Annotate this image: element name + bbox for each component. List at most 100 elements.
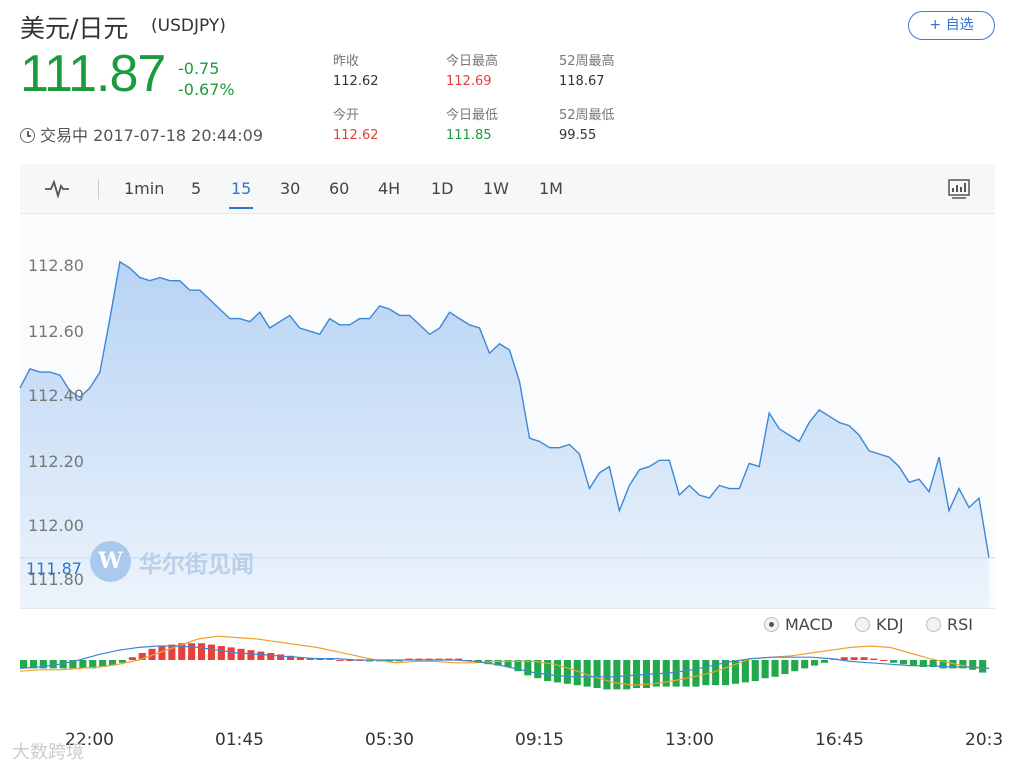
macd-bar <box>692 660 700 687</box>
macd-bar <box>336 660 344 661</box>
stat-prev-close: 昨收 112.62 <box>333 52 379 92</box>
tab-30[interactable]: 30 <box>280 179 300 198</box>
macd-bar <box>801 660 809 669</box>
macd-bar <box>820 660 828 663</box>
macd-bar <box>811 660 819 666</box>
timeframe-tabs: 1min 5 15 30 60 4H 1D 1W 1M <box>20 164 995 214</box>
macd-bar <box>633 660 641 688</box>
macd-bar <box>247 650 255 660</box>
macd-bar <box>573 660 581 686</box>
tab-60[interactable]: 60 <box>329 179 349 198</box>
x-tick-label: 01:45 <box>215 730 264 750</box>
indicator-macd[interactable]: MACD <box>764 615 833 634</box>
macd-bar <box>563 660 571 684</box>
tab-1w[interactable]: 1W <box>483 179 509 198</box>
macd-bar <box>227 647 235 660</box>
footer-watermark: 大数跨境 <box>12 742 84 763</box>
chart-type-icon[interactable] <box>45 180 69 198</box>
y-tick-label: 112.60 <box>28 322 84 341</box>
macd-bar <box>207 644 215 660</box>
indicator-kdj[interactable]: KDJ <box>855 615 904 634</box>
x-tick-label: 16:45 <box>815 730 864 750</box>
pane-divider <box>20 608 995 609</box>
macd-bar <box>20 660 28 669</box>
stat-day-low: 今日最低 111.85 <box>446 106 498 146</box>
stat-52w-low: 52周最低 99.55 <box>559 106 615 146</box>
tab-1d[interactable]: 1D <box>431 179 454 198</box>
tab-1m[interactable]: 1M <box>539 179 563 198</box>
macd-bar <box>79 660 87 669</box>
current-price: 111.87 <box>20 45 166 103</box>
y-tick-label: 112.80 <box>28 256 84 275</box>
stat-label: 今日最高 <box>446 54 499 69</box>
stat-value: 112.69 <box>446 74 492 89</box>
pair-title: 美元/日元 <box>20 14 129 43</box>
pair-code: (USDJPY) <box>151 16 226 36</box>
radio-icon <box>855 617 870 632</box>
x-tick-label: 05:30 <box>365 730 414 750</box>
status-text: 交易中 2017-07-18 20:44:09 <box>40 126 264 145</box>
macd-bar <box>603 660 611 690</box>
tab-4h[interactable]: 4H <box>378 179 400 198</box>
price-change: -0.75 -0.67% <box>178 58 235 100</box>
watermark: W 华尔街见闻 <box>90 541 254 582</box>
macd-bar <box>267 653 275 660</box>
y-tick-label: 112.00 <box>28 516 84 535</box>
macd-bar <box>969 660 977 670</box>
clock-icon <box>20 128 35 143</box>
macd-bar <box>593 660 601 688</box>
macd-bar <box>277 654 285 660</box>
macd-bar <box>702 660 710 686</box>
watermark-text: 华尔街见闻 <box>139 550 254 578</box>
change-value: -0.75 <box>178 59 220 78</box>
indicator-label: RSI <box>947 615 973 634</box>
indicator-label: KDJ <box>876 615 904 634</box>
stat-day-high: 今日最高 112.69 <box>446 52 498 92</box>
x-tick-label: 09:15 <box>515 730 564 750</box>
radio-icon <box>926 617 941 632</box>
macd-bar <box>979 660 987 673</box>
price-chart[interactable] <box>0 214 1010 724</box>
macd-bar <box>524 660 532 676</box>
tab-5[interactable]: 5 <box>191 179 201 198</box>
macd-bar <box>741 660 749 683</box>
indicator-rsi[interactable]: RSI <box>926 615 973 634</box>
macd-bar <box>257 651 265 660</box>
last-price-label: 111.87 <box>26 559 82 578</box>
macd-bar <box>781 660 789 674</box>
macd-bar <box>128 657 136 660</box>
macd-bar <box>553 660 561 683</box>
macd-bar <box>682 660 690 687</box>
macd-bar <box>237 648 245 660</box>
indicator-settings-icon[interactable] <box>948 179 970 199</box>
stat-open: 今开 112.62 <box>333 106 379 146</box>
trade-status: 交易中 2017-07-18 20:44:09 <box>20 122 263 146</box>
stat-value: 99.55 <box>559 128 597 143</box>
stat-label: 52周最低 <box>559 108 615 123</box>
macd-bar <box>860 657 868 660</box>
tab-1min[interactable]: 1min <box>124 179 164 198</box>
stat-value: 112.62 <box>333 128 379 143</box>
macd-bar <box>890 660 898 663</box>
macd-bar <box>909 660 917 666</box>
indicator-label: MACD <box>785 615 833 634</box>
stat-52w-high: 52周最高 118.67 <box>559 52 615 92</box>
macd-bar <box>791 660 799 672</box>
tab-15[interactable]: 15 <box>228 179 254 209</box>
add-watchlist-button[interactable]: + 自选 <box>908 11 995 40</box>
x-tick-label: 13:00 <box>665 730 714 750</box>
macd-bar <box>672 660 680 687</box>
tab-divider <box>98 179 99 199</box>
y-tick-label: 112.40 <box>28 386 84 405</box>
macd-bar <box>217 646 225 660</box>
macd-bar <box>900 660 908 665</box>
radio-selected-icon <box>764 617 779 632</box>
x-tick-label: 20:3 <box>965 730 1004 750</box>
stat-value: 112.62 <box>333 74 379 89</box>
watermark-logo: W <box>90 541 131 582</box>
macd-bar <box>880 660 888 661</box>
macd-bar <box>850 657 858 660</box>
change-percent: -0.67% <box>178 80 235 99</box>
y-tick-label: 112.20 <box>28 452 84 471</box>
macd-bar <box>870 658 878 660</box>
